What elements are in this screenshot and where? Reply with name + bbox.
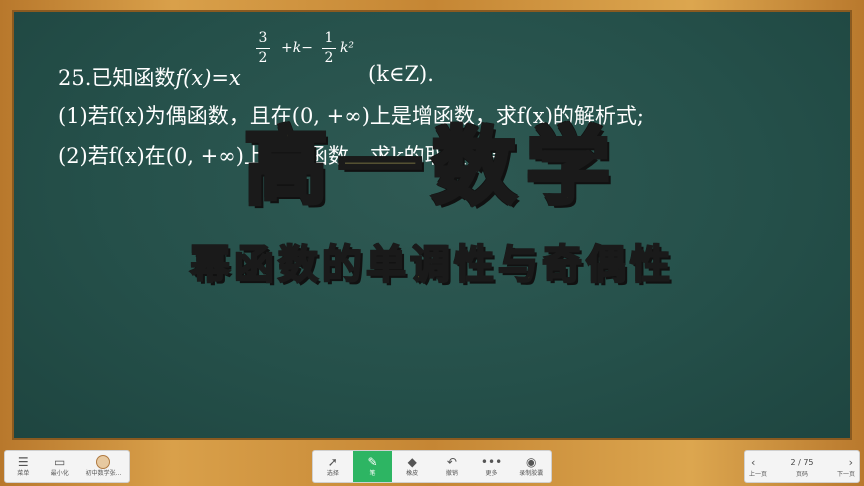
prev-page-button[interactable]: ‹ <box>751 456 755 469</box>
prev-page-label: 上一页 <box>749 470 768 478</box>
undo-label: 撤销 <box>445 470 458 477</box>
cursor-icon: ➚ <box>327 455 338 469</box>
video-subtitle: 幂函数的单调性与奇偶性 <box>189 241 674 289</box>
account-label: 初中数学张... <box>85 470 122 477</box>
minimize-button[interactable]: ▭ 最小化 <box>41 451 77 482</box>
toolbar-left: ☰ 菜单 ▭ 最小化 初中数学张... <box>4 450 130 483</box>
exp-num-2: 1 <box>324 30 334 46</box>
page-indicator[interactable]: 2 / 75 <box>790 458 813 467</box>
pen-tool-label: 笔 <box>369 470 376 477</box>
undo-button[interactable]: ↶ 撤销 <box>432 451 472 482</box>
more-button[interactable]: ••• 更多 <box>472 451 512 482</box>
select-tool-button[interactable]: ➚ 选择 <box>313 451 353 482</box>
minimize-label: 最小化 <box>50 470 69 477</box>
record-icon: ◉ <box>525 455 537 469</box>
eraser-tool-button[interactable]: ◆ 橡皮 <box>392 451 432 482</box>
exp-frac-line-1 <box>256 48 270 49</box>
minimize-icon: ▭ <box>54 455 66 469</box>
record-button[interactable]: ◉ 录制胶囊 <box>511 451 551 482</box>
problem-title-suffix: (k∈Z). <box>368 62 434 86</box>
undo-icon: ↶ <box>446 455 457 469</box>
avatar-icon <box>96 455 111 469</box>
pen-tool-button[interactable]: ✎ 笔 <box>352 451 393 482</box>
menu-label: 菜单 <box>17 470 30 477</box>
pager: ‹ 2 / 75 › 上一页 页码 下一页 <box>744 450 860 483</box>
video-title: 高一数学 <box>242 116 620 218</box>
next-page-label: 下一页 <box>836 470 855 478</box>
more-icon: ••• <box>480 455 503 469</box>
problem-title-func: f(x) <box>175 66 212 90</box>
problem-title: 25.已知函数f(x)=x <box>58 62 241 92</box>
menu-button[interactable]: ☰ 菜单 <box>5 451 41 482</box>
exp-mid: +k− <box>281 40 313 56</box>
toolbar-main: ➚ 选择 ✎ 笔 ◆ 橡皮 ↶ 撤销 ••• 更多 ◉ 录制胶囊 <box>312 450 552 483</box>
more-label: 更多 <box>485 470 498 477</box>
exp-tail: k² <box>339 40 355 56</box>
menu-icon: ☰ <box>17 455 29 469</box>
exp-den-2: 2 <box>324 50 334 66</box>
eraser-tool-label: 橡皮 <box>406 470 419 477</box>
exp-num-1: 3 <box>258 30 268 46</box>
problem-title-eq: =x <box>211 66 241 90</box>
exp-frac-line-2 <box>322 48 336 49</box>
eraser-icon: ◆ <box>407 455 417 469</box>
record-label: 录制胶囊 <box>519 470 544 477</box>
next-page-button[interactable]: › <box>849 456 853 469</box>
page-label: 页码 <box>795 470 808 478</box>
problem-title-prefix: 25.已知函数 <box>58 66 176 90</box>
exp-den-1: 2 <box>258 50 268 66</box>
pen-icon: ✎ <box>367 455 378 469</box>
account-button[interactable]: 初中数学张... <box>78 451 129 482</box>
select-tool-label: 选择 <box>326 470 339 477</box>
